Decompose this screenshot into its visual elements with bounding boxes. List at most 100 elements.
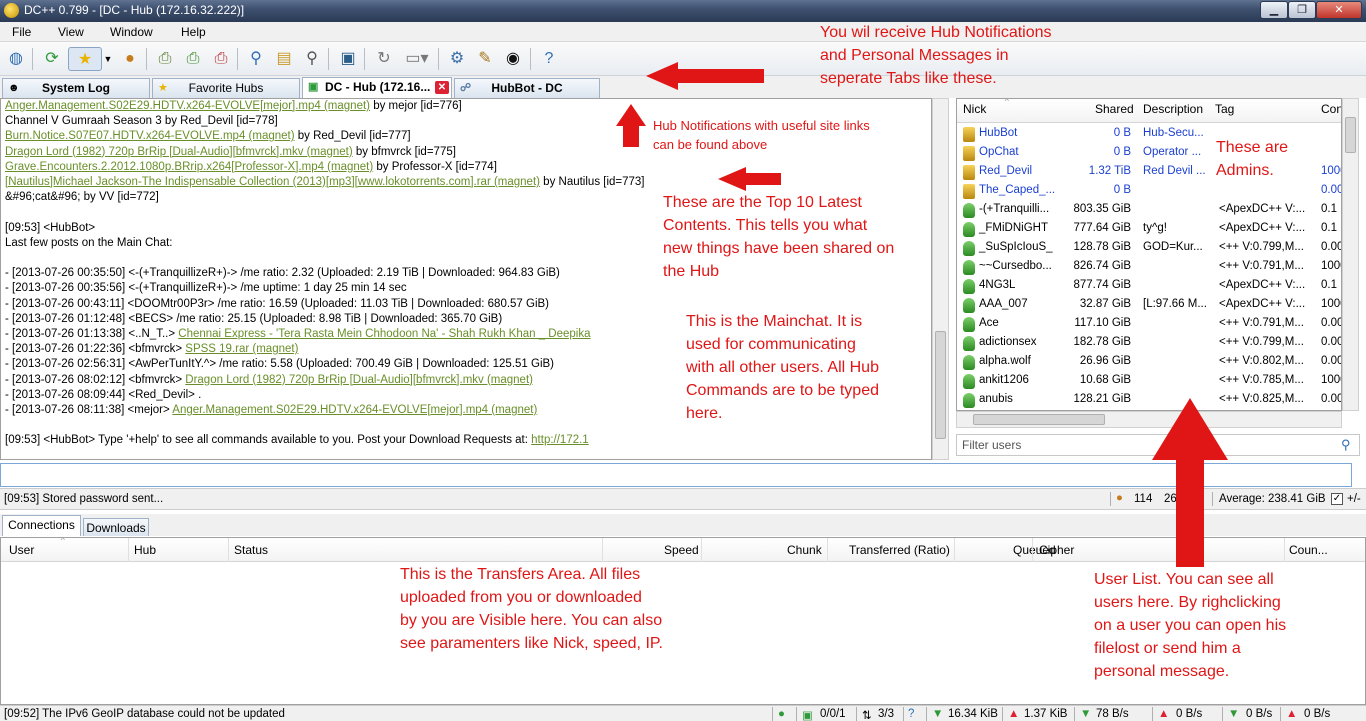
user-shared: 0 B (1113, 184, 1131, 196)
tab-favorite-hubs[interactable]: ★ Favorite Hubs (152, 78, 300, 98)
close-tab-icon[interactable]: ✕ (435, 81, 449, 94)
annotation-tabs: You wil receive Hub Notifications and Pe… (820, 21, 1052, 90)
col-transferred[interactable]: Transferred (Ratio) (849, 543, 950, 557)
chevron-down-icon[interactable]: ▼ (102, 47, 114, 71)
chat-line: - [2013-07-26 00:35:50] <-(+Tranquillize… (5, 266, 560, 281)
chat-scrollbar[interactable] (932, 98, 949, 460)
user-row[interactable]: AAA_007 32.87 GiB [L:97.66 M... <ApexDC++ V… (957, 296, 1341, 315)
chat-link[interactable]: http://172.1 (531, 434, 589, 446)
col-speed[interactable]: Speed (664, 543, 699, 557)
menu-window[interactable]: Window (110, 25, 153, 39)
open-filelist-icon[interactable]: ▣ (336, 47, 360, 71)
settings-icon[interactable]: ⚙ (445, 47, 469, 71)
tab-system-log[interactable]: ☻ System Log (2, 78, 150, 98)
col-chunk[interactable]: Chunk (787, 543, 822, 557)
users-icon[interactable]: ● (118, 47, 142, 71)
col-status[interactable]: Status (234, 543, 268, 557)
chat-line: Grave.Encounters.2.2012.1080p.BRrip.x264… (5, 160, 497, 175)
user-icon (963, 222, 975, 237)
magnet-link[interactable]: Dragon Lord (1982) 720p BrRip [Dual-Audi… (5, 146, 353, 158)
toolbar-separator (237, 48, 238, 70)
upload-queue-icon[interactable]: ⎙ (181, 47, 205, 71)
user-nick: _SuSpIcIouS_ (979, 241, 1053, 253)
user-row[interactable]: alpha.wolf 26.96 GiB <++ V:0.802,M... 0.005 (957, 353, 1341, 372)
text-icon[interactable]: ✎ (473, 47, 497, 71)
user-row[interactable]: The_Caped_... 0 B 0.005 (957, 182, 1341, 201)
user-row[interactable]: adictionsex 182.78 GiB <++ V:0.799,M... 0.0… (957, 334, 1341, 353)
tab-connections[interactable]: Connections (2, 515, 81, 536)
annotation-line: on a user you can open his (1094, 617, 1287, 634)
status-message: [09:53] Stored password sent... (4, 493, 164, 505)
magnet-link[interactable]: Anger.Management.S02E29.HDTV.x264-EVOLVE… (5, 100, 370, 112)
search-icon[interactable]: ⚲ (244, 47, 268, 71)
filter-placeholder: Filter users (962, 438, 1022, 452)
close-button[interactable]: ✕ (1316, 1, 1362, 19)
col-cipher[interactable]: Cipher (1039, 543, 1074, 557)
toolbar-separator (530, 48, 531, 70)
col-country[interactable]: Coun... (1289, 543, 1328, 557)
menu-view[interactable]: View (58, 25, 84, 39)
user-list-scrollbar[interactable] (1342, 98, 1359, 411)
user-conn: 0.005 (1321, 336, 1341, 348)
status-separator (796, 707, 797, 721)
chat-text: - [2013-07-26 01:22:36] <bfmvrck> (5, 343, 186, 356)
chat-text: - [2013-07-26 02:56:31] <AwPerTunItY.^> … (5, 358, 555, 371)
tab-hubbot-dc[interactable]: ☍ HubBot - DC (454, 78, 600, 98)
globe-icon[interactable]: ◍ (4, 47, 28, 71)
search-icon[interactable]: ⚲ (1341, 437, 1351, 453)
status-separator (772, 707, 773, 721)
user-tag: <ApexDC++ V:... (1219, 298, 1306, 310)
finished-icon[interactable]: ⎙ (209, 47, 233, 71)
download-speed: 78 B/s (1096, 708, 1129, 720)
hub-counts: 0/0/1 (820, 708, 846, 720)
user-row[interactable]: ankit1206 10.68 GiB <++ V:0.785,M... 1000 (957, 372, 1341, 391)
adl-search-icon[interactable]: ▤ (272, 47, 296, 71)
magnet-link[interactable]: Burn.Notice.S07E07.HDTV.x264-EVOLVE.mp4 … (5, 130, 295, 142)
col-shared[interactable]: Shared (1095, 102, 1134, 116)
tab-downloads[interactable]: Downloads (83, 518, 149, 536)
user-row[interactable]: -(+Tranquilli... 803.35 GiB <ApexDC++ V:..… (957, 201, 1341, 220)
arrow-userlist-shaft (1176, 459, 1204, 567)
user-hscroll-thumb[interactable] (973, 414, 1105, 425)
spy-icon[interactable]: ⚲ (300, 47, 324, 71)
tab-dc-hub[interactable]: ▣ DC - Hub (172.16... ✕ (302, 77, 452, 98)
user-list-hscrollbar[interactable] (956, 411, 1342, 428)
magnet-link[interactable]: [Nautilus]Michael Jackson-The Indispensa… (5, 176, 540, 188)
user-row[interactable]: Ace 117.10 GiB <++ V:0.791,M... 0.005 (957, 315, 1341, 334)
away-icon[interactable]: ◉ (501, 47, 525, 71)
favorite-star-icon[interactable]: ★ (68, 47, 102, 71)
arrow-top10-head (718, 167, 746, 191)
recent-icon[interactable]: ↻ (372, 47, 396, 71)
menu-file[interactable]: File (12, 25, 31, 39)
user-row[interactable]: _FMiDNiGHT 777.64 GiB ty^g! <ApexDC++ V:...… (957, 220, 1341, 239)
show-users-checkbox[interactable]: ✓ (1331, 493, 1343, 505)
user-row[interactable]: _SuSpIcIouS_ 128.78 GiB GOD=Kur... <++ V:0.… (957, 239, 1341, 258)
menu-help[interactable]: Help (181, 25, 206, 39)
chat-link[interactable]: Dragon Lord (1982) 720p BrRip [Dual-Audi… (185, 374, 533, 386)
chat-link[interactable]: Anger.Management.S02E29.HDTV.x264-EVOLVE… (172, 404, 537, 416)
notepad-icon[interactable]: ▭▾ (400, 47, 434, 71)
chat-text: - [2013-07-26 00:35:50] <-(+Tranquillize… (5, 267, 560, 280)
chat-message-input[interactable] (0, 463, 1352, 487)
chat-link[interactable]: Chennai Express - 'Tera Rasta Mein Chhod… (178, 328, 590, 340)
queue-icon[interactable]: ⎙ (153, 47, 177, 71)
user-row[interactable]: anubis 128.21 GiB <++ V:0.825,M... 0.005 (957, 391, 1341, 410)
user-row[interactable]: 4NG3L 877.74 GiB <ApexDC++ V:... 0.1 (957, 277, 1341, 296)
user-scroll-thumb[interactable] (1345, 117, 1356, 153)
maximize-button[interactable]: ❐ (1288, 1, 1316, 19)
col-user[interactable]: User (9, 543, 34, 557)
plus-minus-toggle[interactable]: +/- (1347, 493, 1361, 505)
col-description[interactable]: Description (1143, 102, 1203, 116)
col-tag[interactable]: Tag (1215, 102, 1234, 116)
col-hub[interactable]: Hub (134, 543, 156, 557)
annotation-line: here. (686, 405, 723, 422)
col-conn[interactable]: Conn (1321, 102, 1341, 116)
chat-scroll-thumb[interactable] (935, 331, 946, 439)
minimize-button[interactable]: ▁ (1260, 1, 1288, 19)
refresh-icon[interactable]: ⟳ (40, 47, 64, 71)
col-nick[interactable]: Nick (963, 102, 986, 116)
chat-link[interactable]: SPSS 19.rar (magnet) (185, 343, 298, 355)
help-icon[interactable]: ? (537, 47, 561, 71)
magnet-link[interactable]: Grave.Encounters.2.2012.1080p.BRrip.x264… (5, 161, 373, 173)
user-row[interactable]: ~~Cursedbo... 826.74 GiB <++ V:0.791,M... 1… (957, 258, 1341, 277)
